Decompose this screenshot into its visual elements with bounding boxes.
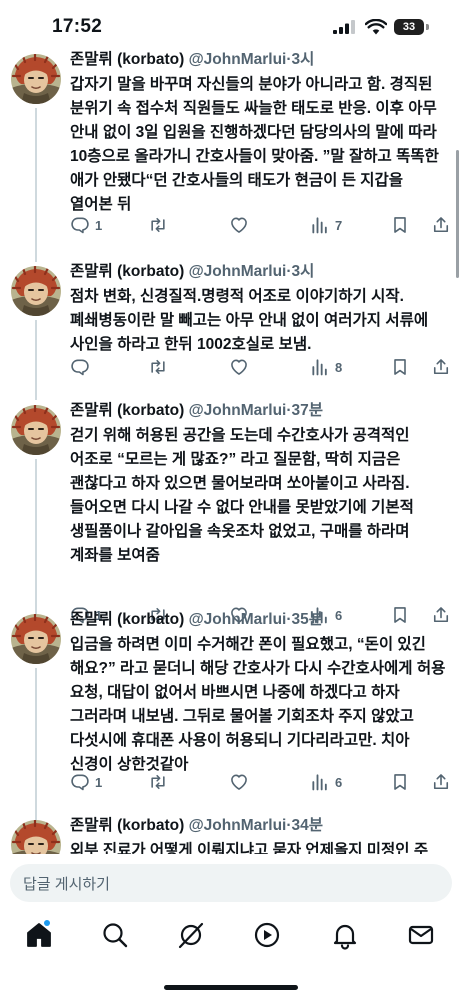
notifications-icon[interactable]	[330, 920, 360, 950]
views-count: 8	[335, 359, 343, 375]
tweet-header: 존말뤼 (korbato) @JohnMarlui·37분	[70, 401, 323, 421]
tweet-actions: 8	[70, 356, 455, 380]
retweet-button[interactable]	[148, 771, 173, 793]
tweet-header: 존말뤼 (korbato) @JohnMarlui·34분	[70, 816, 323, 836]
retweet-icon	[148, 215, 168, 235]
reply-placeholder: 답글 게시하기	[23, 876, 110, 893]
share-button[interactable]	[431, 214, 451, 236]
tweet-header: 존말뤼 (korbato) @JohnMarlui·3시	[70, 50, 314, 70]
tweet-header: 존말뤼 (korbato) @JohnMarlui·35분	[70, 610, 323, 630]
reply-icon	[70, 215, 90, 235]
share-icon	[431, 357, 451, 377]
wifi-icon	[365, 19, 387, 35]
tweet-header: 존말뤼 (korbato) @JohnMarlui·3시	[70, 262, 314, 282]
views-icon	[310, 357, 330, 377]
tweet-text: 외부 진료가 어떻게 이뤄지냐고 묻자 언제올지 미정인 주	[70, 842, 429, 854]
author-name[interactable]: 존말뤼 (korbato)	[70, 402, 184, 419]
bookmark-icon	[390, 357, 410, 377]
like-button[interactable]	[229, 356, 254, 378]
heart-icon	[229, 215, 249, 235]
tweet-actions: 1 7	[70, 214, 455, 238]
author-handle[interactable]: @JohnMarlui	[189, 51, 287, 68]
scrollbar[interactable]	[456, 150, 459, 278]
tweet[interactable]: 존말뤼 (korbato) @JohnMarlui·34분 외부 진료가 어떻게…	[0, 808, 462, 854]
views-count: 6	[335, 774, 343, 790]
views-icon	[310, 215, 330, 235]
reply-count: 1	[95, 217, 103, 233]
avatar[interactable]	[11, 266, 61, 316]
views-button[interactable]: 7	[310, 214, 342, 236]
tweet-text: 점차 변화, 신경질적.명령적 어조로 이야기하기 시작. 폐쇄병동이란 말 빼…	[70, 288, 429, 353]
timeline-feed[interactable]: 존말뤼 (korbato) @JohnMarlui·3시 갑자기 말을 바꾸며 …	[0, 42, 462, 854]
status-time: 17:52	[52, 16, 103, 37]
author-name[interactable]: 존말뤼 (korbato)	[70, 817, 184, 834]
author-handle[interactable]: @JohnMarlui	[189, 611, 287, 628]
tweet-time[interactable]: 3시	[292, 51, 315, 68]
avatar[interactable]	[11, 614, 61, 664]
bookmark-button[interactable]	[390, 356, 410, 378]
like-button[interactable]	[229, 771, 254, 793]
bookmark-icon	[390, 772, 410, 792]
avatar[interactable]	[11, 405, 61, 455]
retweet-icon	[148, 772, 168, 792]
tweet-text: 걷기 위해 허용된 공간을 도는데 수간호사가 공격적인 어조로 “모르는 게 …	[70, 427, 414, 564]
heart-icon	[229, 772, 249, 792]
tweet-time[interactable]: 34분	[292, 817, 324, 834]
reply-button[interactable]	[70, 356, 95, 378]
thread-line	[35, 108, 37, 262]
tweet-text: 입금을 하려면 이미 수거해간 폰이 필요했고, “돈이 있긴 해요?” 라고 …	[70, 636, 446, 773]
bottom-navigation	[0, 908, 462, 968]
tweet-time[interactable]: 35분	[292, 611, 324, 628]
author-name[interactable]: 존말뤼 (korbato)	[70, 263, 184, 280]
battery-indicator: 33	[394, 19, 424, 35]
tweet-time[interactable]: 3시	[292, 263, 315, 280]
tweet-actions: 1 6	[70, 771, 455, 795]
author-handle[interactable]: @JohnMarlui	[189, 263, 287, 280]
reply-count: 1	[95, 774, 103, 790]
video-icon[interactable]	[252, 920, 282, 950]
author-name[interactable]: 존말뤼 (korbato)	[70, 611, 184, 628]
tweet-time[interactable]: 37분	[292, 402, 324, 419]
grok-icon[interactable]	[176, 920, 206, 950]
home-indicator[interactable]	[164, 985, 298, 990]
bookmark-button[interactable]	[390, 771, 410, 793]
share-button[interactable]	[431, 356, 451, 378]
thread-line	[35, 320, 37, 400]
search-icon[interactable]	[100, 920, 130, 950]
heart-icon	[229, 357, 249, 377]
reply-icon	[70, 357, 90, 377]
home-unread-dot	[44, 920, 50, 926]
retweet-icon	[148, 357, 168, 377]
avatar[interactable]	[11, 820, 61, 854]
reply-button[interactable]: 1	[70, 214, 102, 236]
views-icon	[310, 772, 330, 792]
tweet-text: 갑자기 말을 바꾸며 자신들의 분야가 아니라고 함. 경직된 분위기 속 접수…	[70, 76, 439, 213]
reply-button[interactable]: 1	[70, 771, 102, 793]
author-name[interactable]: 존말뤼 (korbato)	[70, 51, 184, 68]
tweet[interactable]: 존말뤼 (korbato) @JohnMarlui·3시 갑자기 말을 바꾸며 …	[0, 42, 462, 262]
share-button[interactable]	[431, 771, 451, 793]
retweet-button[interactable]	[148, 214, 173, 236]
battery-tip	[426, 24, 429, 30]
views-button[interactable]: 6	[310, 771, 342, 793]
author-handle[interactable]: @JohnMarlui	[189, 402, 287, 419]
reply-icon	[70, 772, 90, 792]
share-icon	[431, 215, 451, 235]
share-icon	[431, 772, 451, 792]
bookmark-icon	[390, 215, 410, 235]
views-count: 7	[335, 217, 343, 233]
views-button[interactable]: 8	[310, 356, 342, 378]
like-button[interactable]	[229, 214, 254, 236]
bookmark-button[interactable]	[390, 214, 410, 236]
cellular-signal-icon	[333, 20, 355, 34]
tweet[interactable]: 존말뤼 (korbato) @JohnMarlui·3시 점차 변화, 신경질적…	[0, 254, 462, 400]
avatar[interactable]	[11, 54, 61, 104]
reply-input[interactable]: 답글 게시하기	[10, 864, 452, 902]
messages-icon[interactable]	[406, 920, 436, 950]
retweet-button[interactable]	[148, 356, 173, 378]
author-handle[interactable]: @JohnMarlui	[189, 817, 287, 834]
